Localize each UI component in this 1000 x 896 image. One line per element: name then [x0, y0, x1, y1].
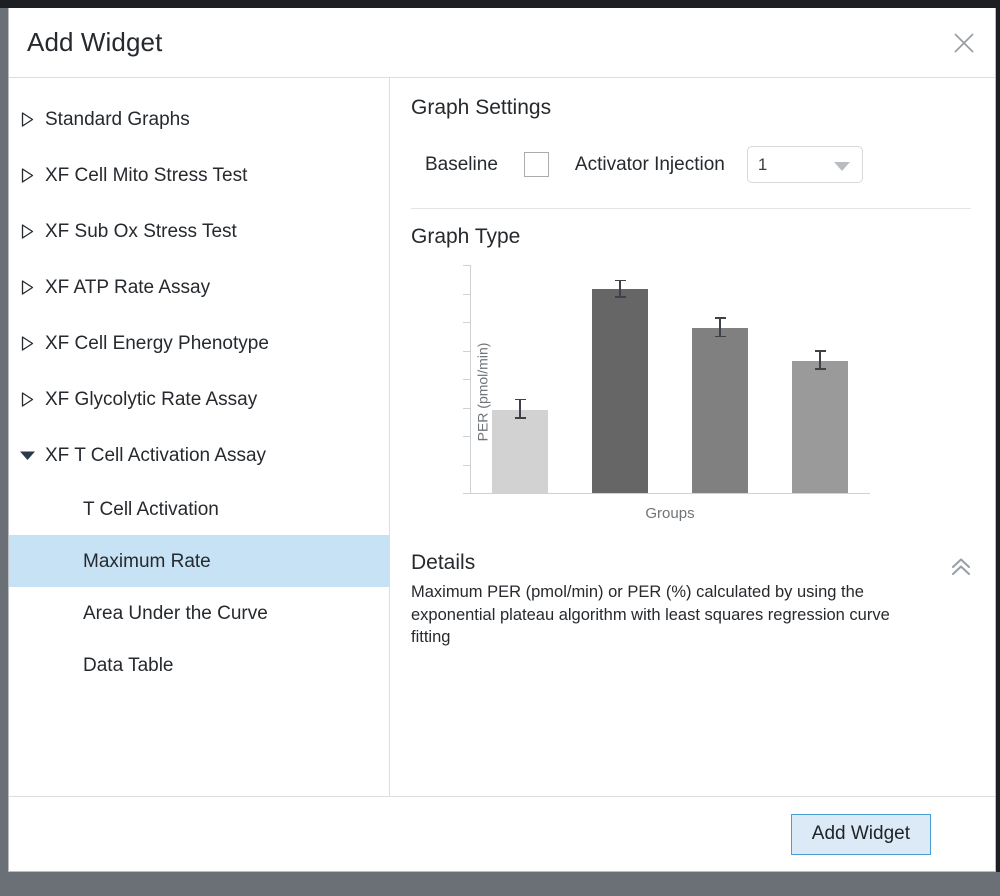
widget-category-tree: Standard Graphs XF Cell Mito Stress Test… — [9, 78, 390, 796]
graph-type-title: Graph Type — [411, 225, 971, 249]
sidebar-item-label: Maximum Rate — [83, 552, 211, 571]
add-widget-button[interactable]: Add Widget — [791, 814, 931, 855]
chart-error-bar — [719, 319, 721, 337]
widget-config-panel: Graph Settings Baseline Activator Inject… — [390, 78, 995, 796]
chart-y-tick — [463, 408, 470, 409]
chart-bar — [492, 410, 548, 493]
triangle-right-icon[interactable] — [16, 392, 38, 407]
chart-x-axis-label: Groups — [470, 505, 870, 522]
screen: Add Widget Standard Graphs — [0, 0, 1000, 896]
chart-plot-area — [470, 265, 870, 493]
sidebar-item-label: Data Table — [83, 656, 174, 675]
chart-error-cap — [615, 280, 626, 282]
sidebar-item-label: XF Cell Mito Stress Test — [45, 166, 247, 185]
graph-settings-section: Graph Settings Baseline Activator Inject… — [411, 96, 971, 183]
chart-y-tick — [463, 265, 470, 266]
sidebar-item-standard-graphs[interactable]: Standard Graphs — [9, 91, 389, 147]
settings-divider — [411, 208, 971, 209]
activator-injection-select[interactable]: 1 — [747, 146, 863, 183]
chart-error-cap — [815, 368, 826, 370]
chart-error-cap — [615, 296, 626, 298]
sidebar-item-label: XF ATP Rate Assay — [45, 278, 210, 297]
sidebar-item-xf-t-cell-activation-assay[interactable]: XF T Cell Activation Assay — [9, 427, 389, 483]
sidebar-item-t-cell-activation[interactable]: T Cell Activation — [9, 483, 389, 535]
chart-y-tick — [463, 436, 470, 437]
chart-y-tick — [463, 351, 470, 352]
chart-y-tick — [463, 493, 470, 494]
chart-error-cap — [815, 350, 826, 352]
triangle-right-icon[interactable] — [16, 336, 38, 351]
sidebar-item-area-under-the-curve[interactable]: Area Under the Curve — [9, 587, 389, 639]
chart-x-axis — [470, 493, 870, 494]
sidebar-item-label: XF Sub Ox Stress Test — [45, 222, 237, 241]
sidebar-item-maximum-rate[interactable]: Maximum Rate — [9, 535, 389, 587]
dialog-header: Add Widget — [9, 8, 995, 77]
chart-y-tick — [463, 465, 470, 466]
close-icon[interactable] — [950, 29, 978, 57]
sidebar-item-label: XF Cell Energy Phenotype — [45, 334, 269, 353]
activator-injection-value: 1 — [758, 155, 767, 175]
graph-settings-title: Graph Settings — [411, 96, 971, 120]
dialog-title: Add Widget — [27, 27, 162, 58]
triangle-right-icon[interactable] — [16, 280, 38, 295]
triangle-right-icon[interactable] — [16, 168, 38, 183]
sidebar-item-data-table[interactable]: Data Table — [9, 639, 389, 691]
details-section: Details Maximum PER (pmol/min) or PER (%… — [411, 551, 971, 649]
chart-y-tick — [463, 322, 470, 323]
dialog-footer: Add Widget — [9, 796, 995, 871]
chart-error-bar — [819, 352, 821, 370]
triangle-right-icon[interactable] — [16, 112, 38, 127]
chart-bar — [792, 361, 848, 493]
sidebar-item-label: Standard Graphs — [45, 110, 190, 129]
chart-bar — [692, 328, 748, 493]
chart-bar — [592, 289, 648, 493]
chart-y-tick — [463, 379, 470, 380]
chevron-down-icon — [834, 162, 850, 171]
chart-error-cap — [515, 399, 526, 401]
sidebar-item-xf-cell-energy-phenotype[interactable]: XF Cell Energy Phenotype — [9, 315, 389, 371]
baseline-label: Baseline — [425, 154, 498, 176]
window-bottom-edge — [0, 872, 1000, 896]
chart-error-cap — [515, 417, 526, 419]
activator-injection-label: Activator Injection — [575, 154, 725, 176]
triangle-right-icon[interactable] — [16, 224, 38, 239]
window-right-edge — [996, 8, 1000, 896]
window-left-edge — [0, 0, 8, 896]
chart-error-cap — [715, 317, 726, 319]
dialog-body: Standard Graphs XF Cell Mito Stress Test… — [9, 77, 995, 796]
chart-y-tick — [463, 294, 470, 295]
chart-y-axis — [470, 265, 471, 493]
chart-error-bar — [519, 400, 521, 418]
sidebar-item-label: XF T Cell Activation Assay — [45, 446, 266, 465]
details-description: Maximum PER (pmol/min) or PER (%) calcul… — [411, 581, 911, 649]
sidebar-item-label: T Cell Activation — [83, 500, 219, 519]
baseline-checkbox[interactable] — [524, 152, 549, 177]
add-widget-dialog: Add Widget Standard Graphs — [8, 8, 996, 872]
sidebar-item-label: XF Glycolytic Rate Assay — [45, 390, 257, 409]
sidebar-item-xf-atp-rate-assay[interactable]: XF ATP Rate Assay — [9, 259, 389, 315]
graph-type-section: Graph Type PER (pmol/min) Groups — [411, 225, 971, 521]
chevron-double-up-icon[interactable] — [945, 553, 977, 581]
triangle-down-icon[interactable] — [16, 449, 38, 462]
details-title: Details — [411, 551, 931, 575]
sidebar-item-xf-cell-mito-stress-test[interactable]: XF Cell Mito Stress Test — [9, 147, 389, 203]
window-top-bar — [0, 0, 1000, 8]
graph-preview[interactable]: PER (pmol/min) Groups — [411, 263, 971, 521]
sidebar-item-label: Area Under the Curve — [83, 604, 268, 623]
sidebar-item-xf-sub-ox-stress-test[interactable]: XF Sub Ox Stress Test — [9, 203, 389, 259]
sidebar-item-xf-glycolytic-rate-assay[interactable]: XF Glycolytic Rate Assay — [9, 371, 389, 427]
chart-error-cap — [715, 336, 726, 338]
graph-settings-controls: Baseline Activator Injection 1 — [411, 146, 971, 183]
